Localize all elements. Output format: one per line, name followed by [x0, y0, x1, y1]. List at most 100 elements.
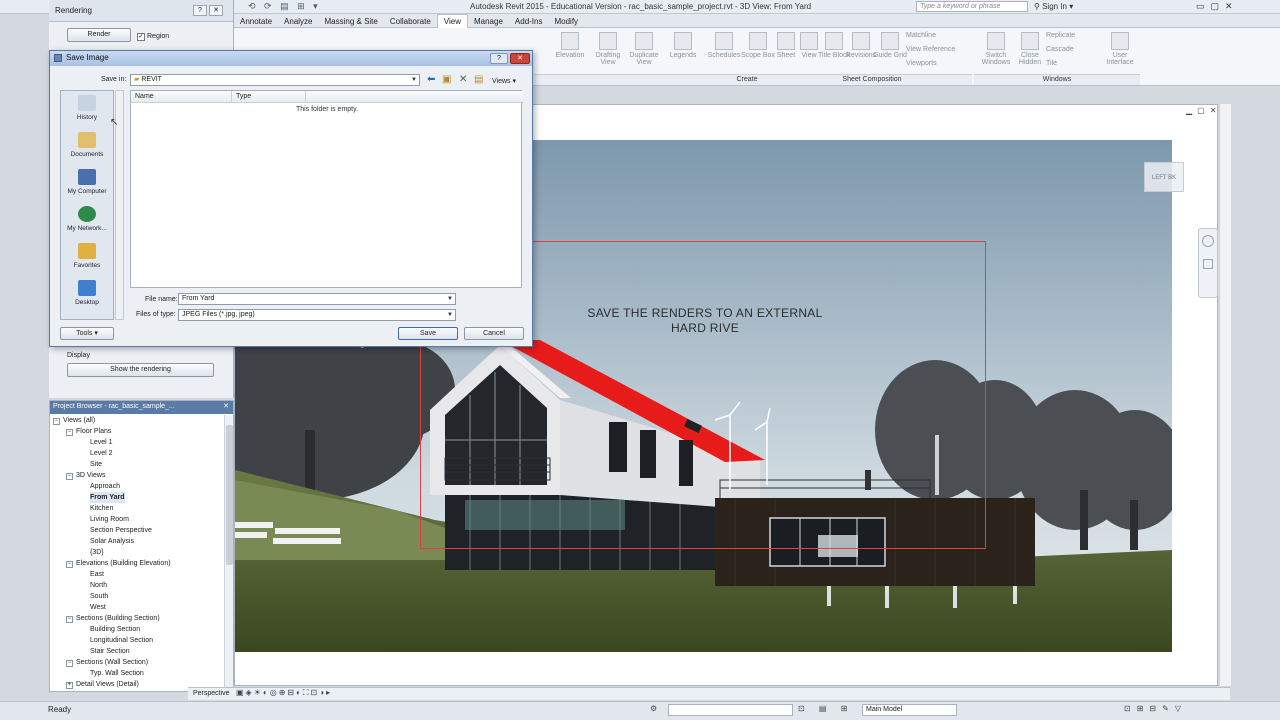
guide-grid-button[interactable]: Guide Grid: [870, 32, 910, 59]
up-folder-icon[interactable]: ▣: [442, 74, 451, 85]
tree-node-typ-wall-section[interactable]: Typ. Wall Section: [90, 668, 144, 679]
replicate-button[interactable]: Replicate: [1046, 32, 1075, 39]
place-my-computer[interactable]: My Computer: [61, 169, 113, 195]
browser-scrollbar[interactable]: [224, 415, 233, 692]
duplicate-view-button[interactable]: Duplicate View: [624, 32, 664, 66]
tree-node-living-room[interactable]: Living Room: [90, 514, 129, 525]
column-header-name[interactable]: Name: [131, 91, 231, 103]
tree-node-level-1[interactable]: Level 1: [90, 437, 113, 448]
tree-node-from-yard[interactable]: From Yard: [90, 492, 125, 503]
tree-node-approach[interactable]: Approach: [90, 481, 120, 492]
zoom-icon[interactable]: [1203, 259, 1213, 269]
tree-node-detail-views[interactable]: + Detail Views (Detail): [66, 679, 139, 690]
navigation-bar[interactable]: [1198, 228, 1218, 298]
show-rendering-button[interactable]: Show the rendering: [67, 363, 214, 377]
help-icon[interactable]: ?: [193, 5, 207, 16]
tree-node-building-section[interactable]: Building Section: [90, 624, 140, 635]
tree-node-level-2[interactable]: Level 2: [90, 448, 113, 459]
tree-node-sections-wall[interactable]: − Sections (Wall Section): [66, 657, 148, 668]
place-documents[interactable]: Documents: [61, 132, 113, 158]
tab-manage[interactable]: Manage: [468, 15, 509, 29]
tab-modify[interactable]: Modify: [548, 15, 584, 29]
browser-scroll-thumb[interactable]: [226, 425, 233, 565]
viewcube[interactable]: LEFT BK: [1144, 162, 1184, 192]
tree-node-sections-building[interactable]: − Sections (Building Section): [66, 613, 160, 624]
tree-node-stair-section[interactable]: Stair Section: [90, 646, 130, 657]
close-icon[interactable]: ✕: [209, 5, 223, 16]
tree-node-kitchen[interactable]: Kitchen: [90, 503, 113, 514]
collapse-icon[interactable]: −: [66, 561, 73, 568]
cascade-button[interactable]: Cascade: [1046, 46, 1074, 53]
tab-view[interactable]: View: [436, 14, 468, 28]
close-icon[interactable]: ✕: [223, 402, 229, 410]
collapse-icon[interactable]: −: [53, 418, 60, 425]
save-button[interactable]: Save: [398, 327, 458, 340]
column-header-type[interactable]: Type: [231, 91, 305, 103]
view-window-controls[interactable]: ▁▢✕: [1186, 106, 1221, 115]
legends-button[interactable]: Legends: [663, 32, 703, 59]
quick-access-toolbar[interactable]: ⟲ ⟳ ▤ ⊞ ▾: [248, 1, 321, 12]
place-history[interactable]: History: [61, 95, 113, 121]
views-menu[interactable]: Views ▾: [492, 77, 516, 85]
tree-node-3d-views[interactable]: −3D Views: [66, 470, 105, 481]
drafting-view-button[interactable]: Drafting View: [588, 32, 628, 66]
status-icons[interactable]: ⊡ ▤ ⊞: [798, 704, 853, 713]
tab-add-ins[interactable]: Add-Ins: [509, 15, 549, 29]
tree-node-floor-plans[interactable]: − Floor Plans: [66, 426, 111, 437]
tab-annotate[interactable]: Annotate: [234, 15, 278, 29]
delete-icon[interactable]: ✕: [459, 74, 467, 85]
collapse-icon[interactable]: −: [66, 429, 73, 436]
collapse-icon[interactable]: −: [66, 616, 73, 623]
files-of-type-dropdown[interactable]: JPEG Files (*.jpg, jpeg) ▼: [178, 309, 456, 321]
tree-node-longitudinal-section[interactable]: Longitudinal Section: [90, 635, 153, 646]
back-icon[interactable]: ⬅: [427, 74, 435, 85]
file-name-input[interactable]: From Yard ▼: [178, 293, 456, 305]
tab-analyze[interactable]: Analyze: [278, 15, 318, 29]
design-options-field[interactable]: [668, 704, 793, 716]
collapse-icon[interactable]: −: [66, 473, 73, 480]
worksets-icon[interactable]: ⚙: [650, 704, 663, 713]
sign-in-link[interactable]: ⚲ Sign In ▾: [1034, 2, 1073, 11]
save-in-dropdown[interactable]: ▰ REVIT ▼: [130, 74, 420, 86]
tree-node-north[interactable]: North: [90, 580, 107, 591]
view-reference-button[interactable]: View Reference: [906, 46, 955, 53]
tree-node-section-perspective[interactable]: Section Perspective: [90, 525, 152, 536]
tree-node-site[interactable]: Site: [90, 459, 102, 470]
tree-node-elevations[interactable]: − Elevations (Building Elevation): [66, 558, 171, 569]
collapse-icon[interactable]: −: [66, 660, 73, 667]
tile-button[interactable]: Tile: [1046, 60, 1057, 67]
active-model-field[interactable]: Main Model: [862, 704, 957, 716]
help-button[interactable]: ?: [490, 53, 508, 64]
tree-node-west[interactable]: West: [90, 602, 106, 613]
tree-node-3d[interactable]: {3D}: [90, 547, 104, 558]
elevation-button[interactable]: Elevation: [550, 32, 590, 59]
filter-icons[interactable]: ⊡⊞⊟✎▽: [1124, 704, 1187, 713]
tools-button[interactable]: Tools ▾: [60, 327, 114, 340]
tree-node-south[interactable]: South: [90, 591, 108, 602]
region-checkbox[interactable]: ✓: [137, 33, 145, 41]
tree-node-east[interactable]: East: [90, 569, 104, 580]
window-controls[interactable]: ▭▢✕: [1196, 1, 1239, 12]
rendering-panel-buttons[interactable]: ? ✕: [191, 5, 223, 16]
tree-node-solar-analysis[interactable]: Solar Analysis: [90, 536, 134, 547]
search-input[interactable]: Type a keyword or phrase: [916, 1, 1028, 12]
place-my-network[interactable]: My Network...: [61, 206, 113, 232]
new-folder-icon[interactable]: ▤: [474, 74, 483, 85]
cancel-button[interactable]: Cancel: [464, 327, 524, 340]
view-control-icons[interactable]: ▣◈☀◐◎⊕⊟◐⛶⊡◑▸: [236, 688, 332, 698]
render-button[interactable]: Render: [67, 28, 131, 42]
matchline-button[interactable]: Matchline: [906, 32, 936, 39]
tree-node-views-all[interactable]: − Views (all): [53, 415, 95, 426]
close-button[interactable]: ✕: [510, 53, 530, 64]
place-desktop[interactable]: Desktop: [61, 280, 113, 306]
vertical-scrollbar[interactable]: [1219, 104, 1231, 686]
close-hidden-button[interactable]: Close Hidden: [1010, 32, 1050, 66]
file-list[interactable]: Name Type This folder is empty.: [130, 90, 523, 288]
user-interface-button[interactable]: User Interface: [1100, 32, 1140, 66]
tab-massing-site[interactable]: Massing & Site: [319, 15, 384, 29]
steering-wheel-icon[interactable]: [1202, 235, 1214, 247]
tab-collaborate[interactable]: Collaborate: [384, 15, 437, 29]
expand-icon[interactable]: +: [66, 682, 73, 689]
place-favorites[interactable]: Favorites: [61, 243, 113, 269]
viewports-button[interactable]: Viewports: [906, 60, 937, 67]
